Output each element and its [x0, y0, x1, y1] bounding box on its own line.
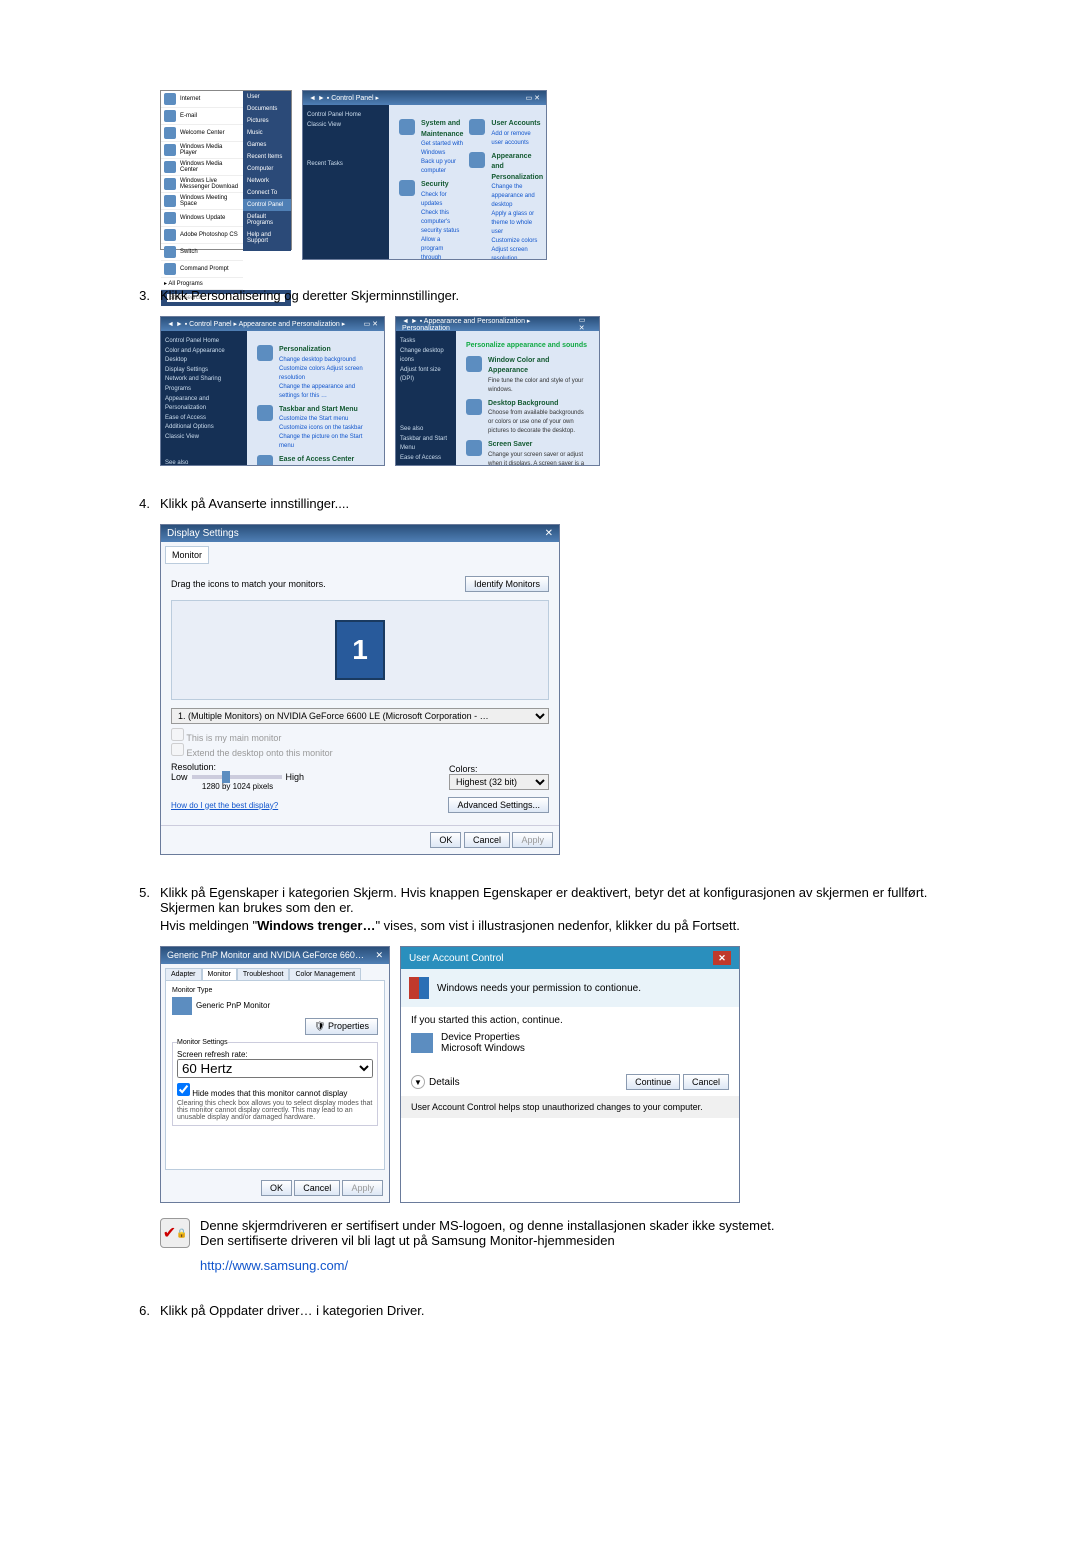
- dialog-title: User Account Control: [409, 953, 504, 964]
- step-text: Klikk på Egenskaper i kategorien Skjerm.…: [160, 885, 960, 915]
- tip-text: Den sertifiserte driveren vil bli lagt u…: [200, 1233, 774, 1248]
- help-link[interactable]: How do I get the best display?: [171, 801, 278, 810]
- extend-desktop-checkbox: [171, 743, 184, 756]
- step-number: 5.: [120, 885, 150, 900]
- details-button[interactable]: Details: [429, 1077, 460, 1088]
- colors-dropdown[interactable]: Highest (32 bit): [449, 774, 549, 790]
- program-icon: [411, 1033, 433, 1053]
- monitor-icon[interactable]: 1: [335, 620, 385, 680]
- start-menu-screenshot: InternetE-mailWelcome CenterWindows Medi…: [160, 90, 292, 250]
- refresh-rate-dropdown[interactable]: 60 Hertz: [177, 1059, 373, 1078]
- tip-text: Denne skjermdriveren er sertifisert unde…: [200, 1218, 774, 1233]
- personalization-panel-screenshot: ◄ ► ▪ Appearance and Personalization ▸ P…: [395, 316, 600, 466]
- apply-button[interactable]: Apply: [342, 1180, 383, 1196]
- step-text: Klikk på Oppdater driver… i kategorien D…: [160, 1303, 960, 1318]
- close-icon: ✕: [545, 528, 553, 539]
- hide-modes-checkbox[interactable]: [177, 1083, 190, 1096]
- identify-monitors-button[interactable]: Identify Monitors: [465, 576, 549, 592]
- display-settings-dialog: Display Settings✕ Monitor Drag the icons…: [160, 524, 560, 855]
- step-number: 6.: [120, 1303, 150, 1318]
- close-icon[interactable]: ✕: [713, 951, 731, 965]
- apply-button[interactable]: Apply: [512, 832, 553, 848]
- close-icon: ✕: [375, 950, 383, 961]
- advanced-settings-button[interactable]: Advanced Settings...: [448, 797, 549, 813]
- main-monitor-checkbox: [171, 728, 184, 741]
- cancel-button[interactable]: Cancel: [464, 832, 510, 848]
- dialog-title: Display Settings: [167, 528, 239, 539]
- uac-heading: Windows needs your permission to contion…: [437, 983, 641, 994]
- properties-button[interactable]: 🛡 Properties: [305, 1018, 378, 1035]
- uac-footer: User Account Control helps stop unauthor…: [401, 1096, 739, 1118]
- uac-dialog: User Account Control ✕ Windows needs you…: [400, 946, 740, 1203]
- chevron-down-icon[interactable]: ▼: [411, 1075, 425, 1089]
- note-icon: ✔🔒: [160, 1218, 190, 1248]
- step-number: 3.: [120, 288, 150, 303]
- step-number: 4.: [120, 496, 150, 511]
- control-panel-screenshot: ◄ ► ▪ Control Panel ▸▭ ✕ Control Panel H…: [302, 90, 547, 260]
- ok-button[interactable]: OK: [430, 832, 461, 848]
- shield-icon: [409, 977, 429, 999]
- monitor-tab[interactable]: Monitor: [165, 546, 209, 564]
- monitor-dropdown[interactable]: 1. (Multiple Monitors) on NVIDIA GeForce…: [171, 708, 549, 724]
- ok-button[interactable]: OK: [261, 1180, 292, 1196]
- monitor-icon: [172, 997, 192, 1015]
- continue-button[interactable]: Continue: [626, 1074, 680, 1090]
- step-text: Klikk Personalisering og deretter Skjerm…: [160, 288, 960, 303]
- cancel-button[interactable]: Cancel: [683, 1074, 729, 1090]
- monitor-properties-dialog: Generic PnP Monitor and NVIDIA GeForce 6…: [160, 946, 390, 1203]
- cancel-button[interactable]: Cancel: [294, 1180, 340, 1196]
- samsung-link[interactable]: http://www.samsung.com/: [200, 1258, 960, 1273]
- resolution-slider[interactable]: Low High: [171, 772, 304, 782]
- appearance-panel-screenshot: ◄ ► ▪ Control Panel ▸ Appearance and Per…: [160, 316, 385, 466]
- dialog-title: Generic PnP Monitor and NVIDIA GeForce 6…: [167, 950, 367, 961]
- step-text: Klikk på Avanserte innstillinger....: [160, 496, 960, 511]
- step-text: Hvis meldingen "Windows trenger…" vises,…: [160, 918, 960, 933]
